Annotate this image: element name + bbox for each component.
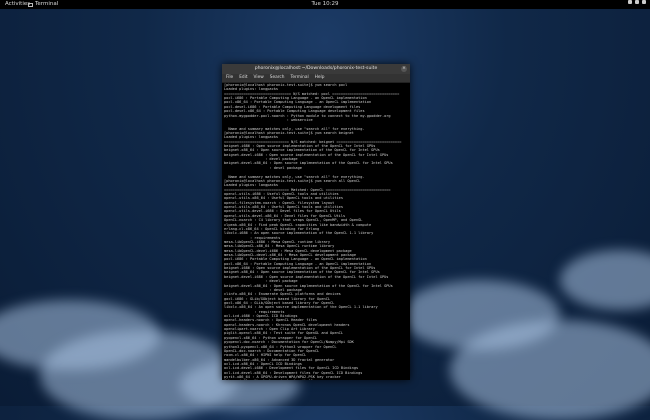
wallpaper-cloud: [450, 320, 650, 420]
clock[interactable]: Tue 10:29: [0, 0, 650, 9]
menu-search[interactable]: Search: [270, 74, 285, 82]
system-tray[interactable]: [628, 0, 646, 4]
menu-help[interactable]: Help: [315, 74, 325, 82]
terminal-line: [phoronix@localhost phoronix-test-suite]…: [224, 379, 410, 380]
terminal-output[interactable]: [phoronix@localhost phoronix-test-suite]…: [222, 83, 410, 380]
menu-bar: File Edit View Search Terminal Help: [222, 74, 410, 83]
power-icon: [642, 0, 646, 4]
window-titlebar[interactable]: phoronix@localhost:~/Downloads/phoronix-…: [222, 64, 410, 74]
wallpaper-cloud: [560, 250, 650, 310]
window-title: phoronix@localhost:~/Downloads/phoronix-…: [255, 66, 378, 71]
top-bar: Activities Terminal Tue 10:29: [0, 0, 650, 9]
menu-view[interactable]: View: [254, 74, 264, 82]
close-button[interactable]: ×: [401, 66, 407, 72]
menu-file[interactable]: File: [226, 74, 233, 82]
network-icon: [628, 0, 632, 4]
terminal-window[interactable]: phoronix@localhost:~/Downloads/phoronix-…: [222, 64, 410, 380]
menu-terminal[interactable]: Terminal: [291, 74, 309, 82]
menu-edit[interactable]: Edit: [239, 74, 247, 82]
volume-icon: [635, 0, 639, 4]
